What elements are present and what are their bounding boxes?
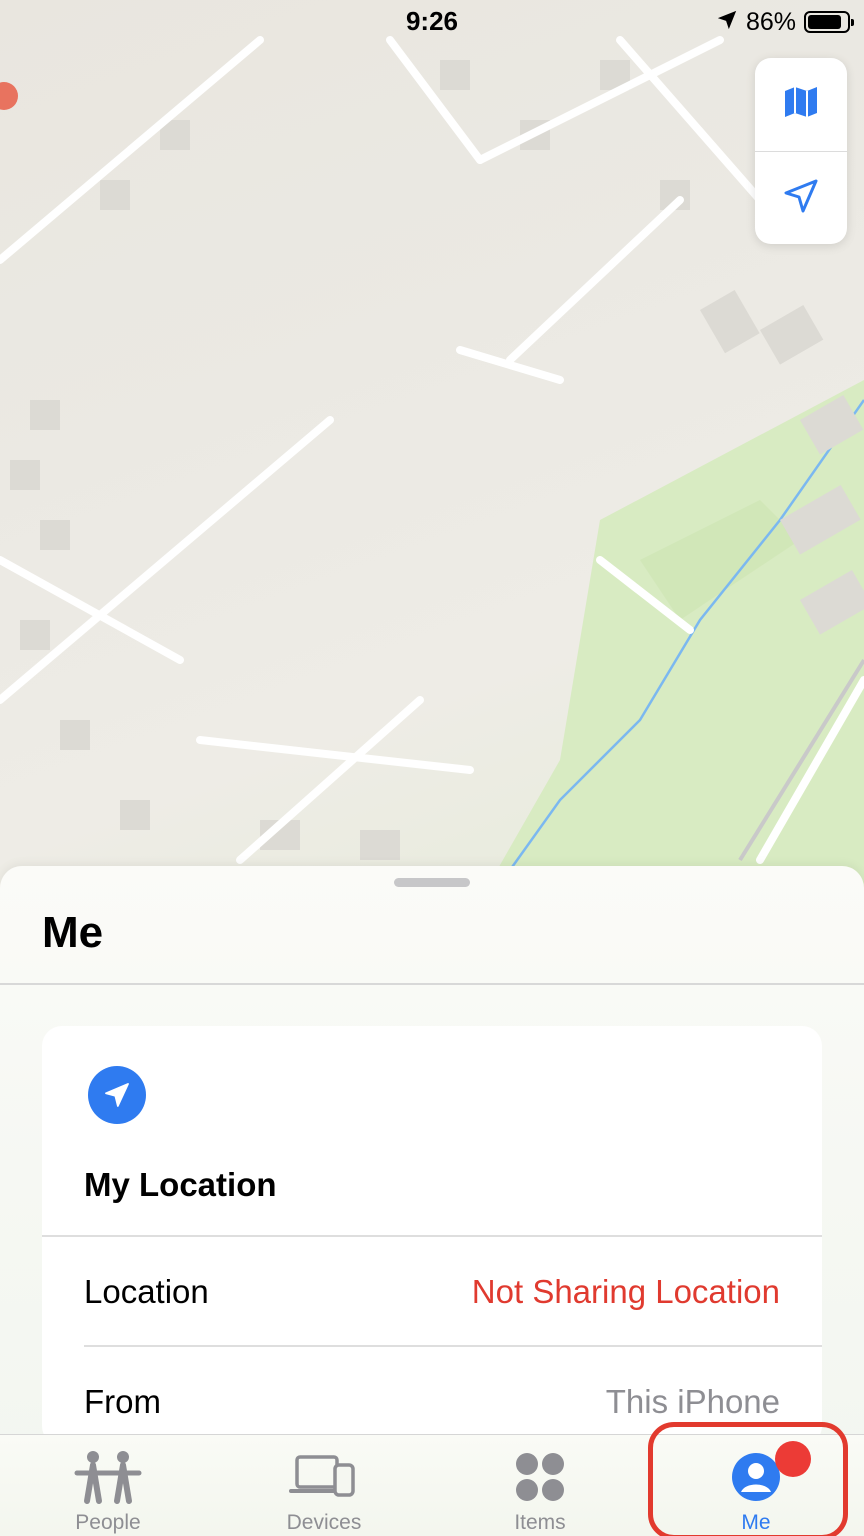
location-status-value: Not Sharing Location: [471, 1273, 780, 1310]
map-mode-button[interactable]: [755, 58, 847, 151]
status-bar: 9:26 86%: [0, 0, 864, 44]
location-arrow-icon: [716, 9, 738, 36]
tab-label: Items: [514, 1511, 566, 1534]
locate-button[interactable]: [755, 151, 847, 244]
sheet-grabber[interactable]: [394, 878, 470, 887]
park-area: [480, 380, 864, 900]
card-heading: My Location: [84, 1166, 277, 1203]
tab-people[interactable]: People: [0, 1435, 216, 1536]
navigation-arrow-icon: [781, 176, 821, 221]
sheet-title: Me: [42, 908, 104, 957]
map-pin-partial: [0, 82, 18, 110]
items-grid-icon: [513, 1447, 567, 1507]
sheet-divider: [0, 983, 864, 985]
tab-items[interactable]: Items: [432, 1435, 648, 1536]
devices-icon: [289, 1447, 359, 1507]
people-icon: [73, 1447, 143, 1507]
tab-label: Devices: [286, 1511, 362, 1534]
location-arrow-icon: [88, 1066, 146, 1124]
map-icon: [781, 82, 821, 127]
tab-label: People: [75, 1511, 141, 1534]
my-location-card: My Location Location Not Sharing Locatio…: [42, 1026, 822, 1446]
map-controls: [755, 58, 847, 244]
card-divider: [42, 1235, 822, 1237]
battery-percent: 86%: [745, 7, 796, 36]
map-view[interactable]: [0, 0, 864, 900]
tab-devices[interactable]: Devices: [216, 1435, 432, 1536]
battery-icon: [804, 11, 854, 33]
battery-level-fill: [808, 15, 841, 29]
row-label: From: [84, 1383, 161, 1420]
highlight-annotation: [648, 1422, 848, 1536]
row-divider: [84, 1345, 822, 1347]
row-label: Location: [84, 1273, 209, 1310]
from-device-value: This iPhone: [605, 1383, 780, 1420]
status-right: 86%: [716, 7, 854, 37]
map-canvas: [0, 36, 864, 900]
